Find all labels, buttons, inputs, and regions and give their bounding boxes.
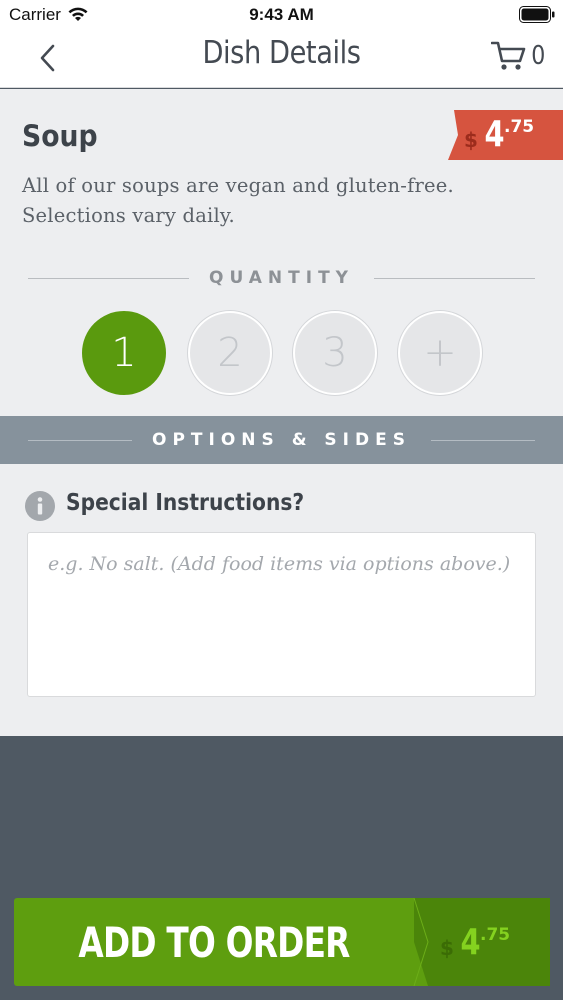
special-instructions-section: Special Instructions? e.g. No salt. (Add… — [0, 464, 563, 736]
add-button-price: $ 4 .75 — [440, 922, 510, 963]
dish-details: Soup $ 4 .75 All of our soups are vegan … — [0, 89, 563, 419]
info-icon — [25, 491, 55, 521]
add-price-cents: .75 — [479, 925, 511, 945]
add-to-order-label: ADD TO ORDER — [78, 918, 350, 967]
quantity-selector: 1 2 3 + — [82, 311, 482, 395]
page-title: Dish Details — [202, 35, 361, 71]
quantity-label: QUANTITY — [209, 268, 354, 288]
add-to-order-button[interactable]: ADD TO ORDER $ 4 .75 — [14, 898, 550, 986]
price-currency: $ — [464, 128, 478, 152]
dish-description: All of our soups are vegan and gluten-fr… — [22, 174, 454, 227]
price-value: $ 4 .75 — [464, 114, 534, 155]
options-sides-header: OPTIONS & SIDES — [0, 416, 563, 464]
wavy-edge — [0, 722, 563, 733]
cart-count: 0 — [531, 41, 546, 71]
price-tag: $ 4 .75 — [448, 110, 563, 160]
quantity-option-1[interactable]: 1 — [82, 311, 166, 395]
special-instructions-input[interactable]: e.g. No salt. (Add food items via option… — [27, 532, 536, 697]
price-whole: 4 — [484, 114, 505, 155]
options-label: OPTIONS & SIDES — [152, 430, 411, 450]
options-rule: OPTIONS & SIDES — [28, 430, 535, 450]
add-price-whole: 4 — [460, 922, 481, 963]
status-bar: Carrier 9:43 AM — [0, 0, 563, 30]
divider — [373, 277, 536, 279]
quantity-more-button[interactable]: + — [398, 311, 482, 395]
status-time: 9:43 AM — [249, 5, 314, 24]
quantity-header: QUANTITY — [28, 268, 536, 288]
quantity-option-3[interactable]: 3 — [293, 311, 377, 395]
price-cents: .75 — [503, 117, 535, 137]
divider — [28, 277, 190, 279]
nav-bar: Dish Details 0 — [0, 30, 563, 88]
divider — [430, 439, 535, 441]
cart-button[interactable]: 0 — [491, 38, 547, 74]
special-instructions-label: Special Instructions? — [66, 490, 305, 516]
quantity-option-2[interactable]: 2 — [188, 311, 272, 395]
cart-icon — [491, 41, 526, 70]
divider — [28, 439, 133, 441]
add-price-currency: $ — [440, 936, 454, 960]
dish-name: Soup — [22, 119, 98, 153]
battery-icon — [519, 6, 555, 23]
